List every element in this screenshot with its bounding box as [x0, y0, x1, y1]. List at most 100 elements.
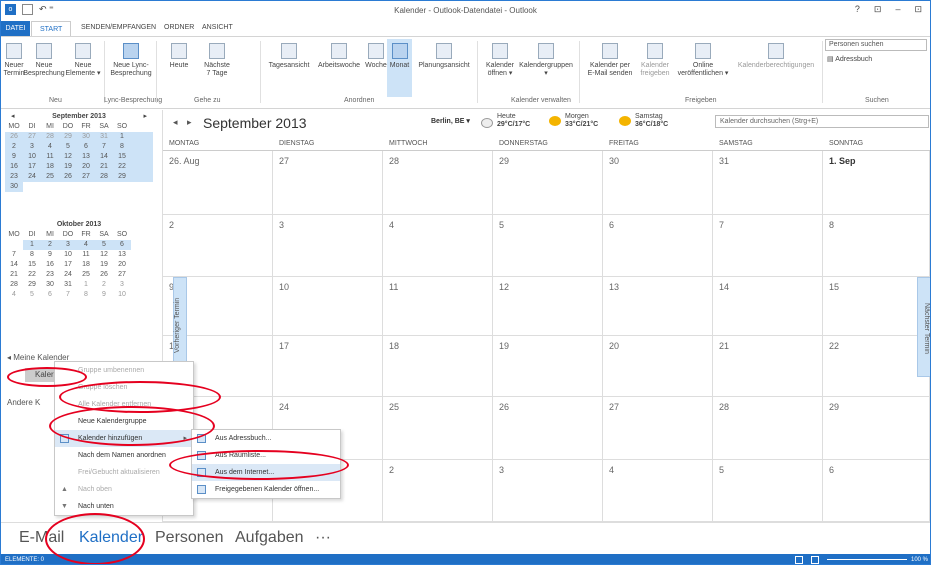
submenu-from-address-book[interactable]: Aus Adressbuch... [192, 430, 340, 447]
day-cell[interactable]: 17 [273, 336, 383, 397]
schedule-icon [436, 43, 452, 59]
new-items-icon [75, 43, 91, 59]
prev-month-arrow-icon[interactable]: ◂ [173, 117, 178, 128]
schedule-view-button[interactable]: Planungsansicht [413, 43, 475, 70]
mini-calendar-september: ◂ September 2013 ▸ MO DI MI DO FR SA SO 26 27 28… [5, 112, 153, 192]
share-calendar-button[interactable]: Kalender freigeben [635, 43, 675, 78]
calendar-groups-button[interactable]: Kalendergruppen ▾ [516, 43, 576, 78]
next-appointment-tab[interactable]: Nächster Termin [917, 277, 930, 377]
day-cell[interactable]: 31 [713, 151, 823, 215]
week-view-button[interactable]: Woche [362, 43, 390, 70]
prev-month-icon[interactable]: ◂ [11, 112, 15, 122]
day-cell[interactable]: 8 [823, 215, 930, 277]
day-cell[interactable]: 19 [493, 336, 603, 397]
nav-people[interactable]: Personen [155, 529, 224, 547]
mini-week-row[interactable]: 4 5 6 7 8 9 10 [5, 290, 153, 300]
day-cell[interactable]: 15 [823, 277, 930, 336]
ribbon-display-button[interactable]: ⊡ [874, 4, 882, 15]
day-cell[interactable]: 26 [493, 397, 603, 460]
zoom-slider[interactable] [827, 559, 907, 560]
today-button[interactable]: Heute [159, 43, 199, 70]
day-cell[interactable]: 11 [383, 277, 493, 336]
day-cell[interactable]: 5 [713, 460, 823, 522]
day-cell[interactable]: 27 [273, 151, 383, 215]
cloud-icon [481, 118, 493, 128]
mini-week-row[interactable]: 123456 [5, 240, 153, 250]
mini-week-row[interactable]: 28 29 30 31 1 2 3 [5, 280, 153, 290]
menu-item-move-up[interactable]: ▲ Nach oben [55, 481, 193, 498]
location-selector[interactable]: Berlin, BE ▾ [431, 117, 470, 125]
work-week-view-button[interactable]: Arbeitswoche [314, 43, 364, 70]
day-cell[interactable]: 4 [383, 215, 493, 277]
mini-week-row[interactable]: 9 10 11 12 13 14 15 [5, 152, 153, 162]
day-cell[interactable]: 1. Sep [823, 151, 930, 215]
tab-ordner[interactable]: ORDNER [164, 24, 194, 31]
day-cell[interactable]: 21 [713, 336, 823, 397]
day-cell[interactable]: 27 [603, 397, 713, 460]
other-calendars-header[interactable]: Andere K [7, 398, 40, 407]
normal-view-icon[interactable] [795, 556, 803, 564]
publish-online-button[interactable]: Online veröffentlichen ▾ [674, 43, 732, 78]
month-view-button[interactable]: Monat [387, 43, 412, 70]
mini-week-row[interactable]: 30 [5, 182, 153, 192]
address-book-icon: ▤ [827, 56, 836, 63]
day-cell[interactable]: 18 [383, 336, 493, 397]
people-search-input[interactable]: Personen suchen [825, 39, 927, 51]
day-cell[interactable]: 2 [383, 460, 493, 522]
mini-week-row[interactable]: 16 17 18 19 20 21 22 [5, 162, 153, 172]
mini-calendar-header: ◂ September 2013 ▸ [11, 112, 147, 122]
menu-item-move-down[interactable]: ▼ Nach unten [55, 498, 193, 515]
maximize-button[interactable]: ⊡ [914, 4, 922, 15]
day-cell[interactable]: 14 [713, 277, 823, 336]
lync-meeting-button[interactable]: Neue Lync- Besprechung [107, 43, 155, 78]
day-cell[interactable]: 28 [383, 151, 493, 215]
day-cell[interactable]: 6 [603, 215, 713, 277]
mini-week-row[interactable]: 14 15 16 17 18 19 20 [5, 260, 153, 270]
tab-start[interactable]: START [31, 21, 72, 36]
next-7-days-button[interactable]: Nächste 7 Tage [197, 43, 237, 78]
open-calendar-button[interactable]: Kalender öffnen ▾ [481, 43, 519, 78]
calendar-permissions-button[interactable]: Kalenderberechtigungen [731, 43, 821, 70]
email-calendar-button[interactable]: Kalender per E-Mail senden [583, 43, 637, 78]
day-cell[interactable]: 4 [603, 460, 713, 522]
day-cell[interactable]: 29 [823, 397, 930, 460]
day-cell[interactable]: 25 [383, 397, 493, 460]
day-cell[interactable]: 2 [163, 215, 273, 277]
tab-senden-empfangen[interactable]: SENDEN/EMPFANGEN [81, 24, 156, 31]
day-cell[interactable]: 5 [493, 215, 603, 277]
address-book-button[interactable]: ▤ Adressbuch [827, 55, 872, 63]
tab-datei[interactable]: DATEI [1, 21, 30, 36]
reading-view-icon[interactable] [811, 556, 819, 564]
tab-ansicht[interactable]: ANSICHT [202, 24, 233, 31]
next-month-arrow-icon[interactable]: ▸ [187, 117, 192, 128]
mini-week-row[interactable]: 21 22 23 24 25 26 27 [5, 270, 153, 280]
nav-tasks[interactable]: Aufgaben [235, 529, 304, 547]
day-cell[interactable]: 6 [823, 460, 930, 522]
day-cell[interactable]: 20 [603, 336, 713, 397]
nav-more[interactable]: ··· [315, 529, 331, 547]
arrow-up-icon: ▲ [61, 486, 68, 493]
day-view-button[interactable]: Tagesansicht [263, 43, 315, 70]
day-cell[interactable]: 3 [493, 460, 603, 522]
day-cell[interactable]: 22 [823, 336, 930, 397]
mini-week-row[interactable]: 2345678 [5, 142, 153, 152]
day-cell[interactable]: 13 [603, 277, 713, 336]
submenu-open-shared-calendar[interactable]: Freigegebenen Kalender öffnen... [192, 481, 340, 498]
calendar-search-input[interactable]: Kalender durchsuchen (Strg+E) [715, 115, 929, 128]
mini-week-row[interactable]: 7 8 9 10 11 12 13 [5, 250, 153, 260]
help-button[interactable]: ? [855, 4, 860, 15]
minimize-button[interactable]: – [895, 4, 900, 15]
day-cell[interactable]: 12 [493, 277, 603, 336]
day-cell[interactable]: 3 [273, 215, 383, 277]
day-cell[interactable]: 10 [273, 277, 383, 336]
day-cell[interactable]: 26. Aug [163, 151, 273, 215]
day-cell[interactable]: 30 [603, 151, 713, 215]
mini-week-row[interactable]: 23 24 25 26 27 28 29 [5, 172, 153, 182]
new-items-button[interactable]: Neue Elemente ▾ [61, 43, 105, 78]
day-cell[interactable]: 7 [713, 215, 823, 277]
day-cell[interactable]: 29 [493, 151, 603, 215]
mini-week-row[interactable]: 26 27 28 29 30 31 1 [5, 132, 153, 142]
open-calendar-icon [492, 43, 508, 59]
next-month-icon[interactable]: ▸ [143, 112, 147, 122]
day-cell[interactable]: 28 [713, 397, 823, 460]
